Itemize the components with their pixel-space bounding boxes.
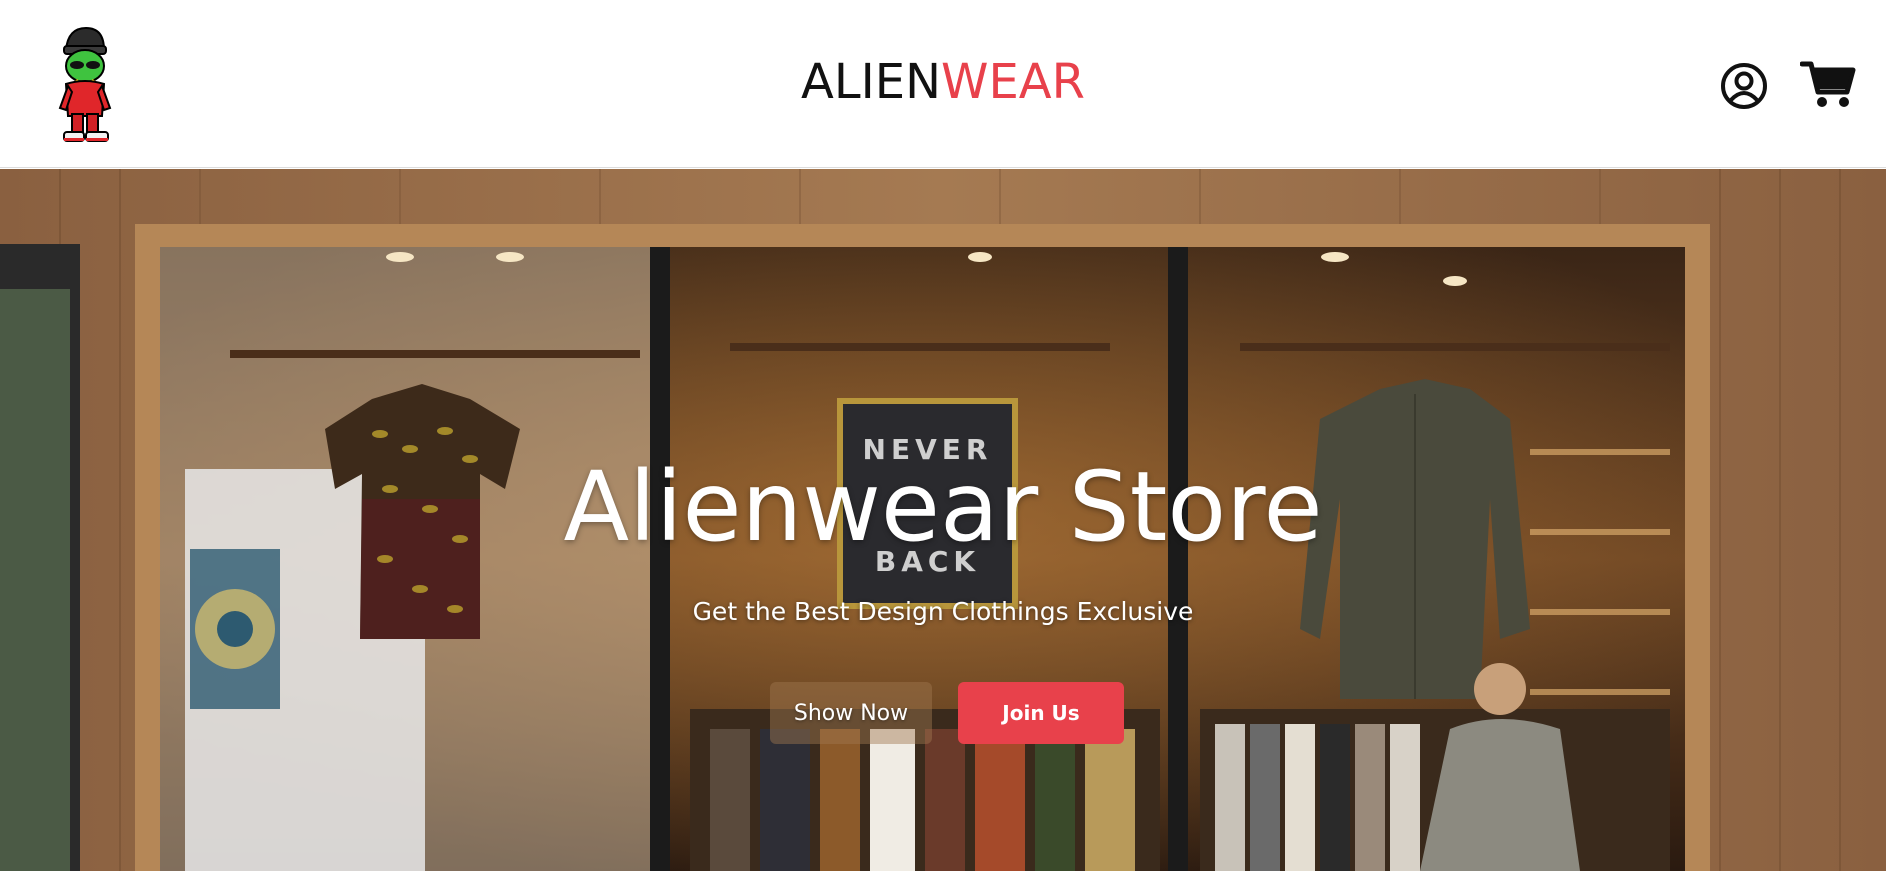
hero-subtitle: Get the Best Design Clothings Exclusive	[692, 597, 1194, 626]
brand-wordmark[interactable]: ALIENWEAR	[0, 58, 1886, 106]
hero-title: Alienwear Store	[563, 451, 1323, 563]
join-us-button[interactable]: Join Us	[958, 682, 1124, 744]
user-circle-icon[interactable]	[1720, 62, 1768, 110]
site-header: ALIENWEAR	[0, 0, 1886, 168]
hero-banner: Alienwear Store Get the Best Design Clot…	[0, 169, 1886, 871]
brand-part-alien: ALIEN	[801, 54, 941, 110]
show-now-button[interactable]: Show Now	[770, 682, 932, 744]
shopping-cart-icon[interactable]	[1800, 58, 1856, 110]
brand-part-wear: WEAR	[940, 54, 1085, 110]
